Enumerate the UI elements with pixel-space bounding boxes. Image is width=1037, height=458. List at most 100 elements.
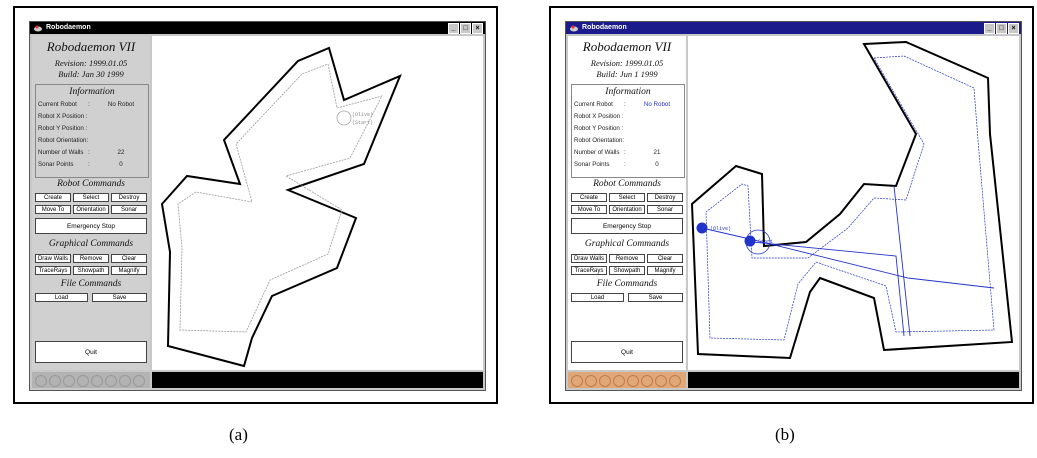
information-box: Information Current Robot: No Robot Robot… [35, 84, 149, 178]
title-bar: Robodaemon _ □ × [566, 22, 1021, 34]
save-button[interactable]: Save [628, 293, 683, 302]
label-a: (a) [229, 425, 248, 444]
draw-walls-button[interactable]: Draw Walls [35, 254, 71, 263]
map-drawing: (Olive) (Start) [160, 46, 402, 368]
map-canvas[interactable]: (Olive) Start [688, 36, 1019, 370]
maximize-button[interactable]: □ [460, 23, 471, 34]
olive-label: (Olive) [710, 226, 731, 232]
showpath-button[interactable]: Showpath [73, 266, 109, 275]
quit-button[interactable]: Quit [571, 341, 683, 363]
destroy-button[interactable]: Destroy [647, 193, 683, 202]
trace-rays-button[interactable]: TraceRays [571, 266, 607, 275]
quit-button[interactable]: Quit [35, 341, 147, 363]
sonar-button[interactable]: Sonar [111, 205, 147, 214]
app-logo-icon [34, 25, 42, 32]
load-button[interactable]: Load [35, 293, 88, 302]
label-b: (b) [775, 425, 795, 444]
info-row: Sonar Points:0 [574, 161, 659, 168]
control-panel: Robodaemon VII Revision: 1999.01.05 Buil… [32, 36, 150, 370]
olive-robot [696, 222, 708, 234]
title-bar: Robodaemon _ □ × [30, 22, 485, 34]
status-bar [152, 372, 483, 388]
figure-panel-a: Robodaemon _ □ × Robodaemon VII Revision: … [13, 6, 498, 404]
info-row: Number of Walls:22 [38, 149, 125, 156]
start-label: Start [758, 239, 773, 245]
info-row: Robot X Position : [574, 113, 624, 120]
remove-button[interactable]: Remove [73, 254, 109, 263]
graphical-commands-header: Graphical Commands [584, 239, 670, 249]
trace-rays-button[interactable]: TraceRays [35, 266, 71, 275]
decorative-strip [32, 372, 150, 388]
inner-wall [705, 55, 995, 341]
start-label: (Start) [352, 120, 373, 126]
outer-wall [690, 40, 1014, 360]
create-button[interactable]: Create [35, 193, 71, 202]
robot-path-2 [751, 241, 905, 337]
robot-path [701, 227, 995, 289]
minimize-button[interactable]: _ [448, 23, 459, 34]
select-button[interactable]: Select [609, 193, 645, 202]
app-logo-icon [570, 25, 578, 32]
create-button[interactable]: Create [571, 193, 607, 202]
figure-panel-b: Robodaemon _ □ × Robodaemon VII Revision: … [549, 6, 1034, 404]
start-robot [744, 235, 756, 247]
info-row: Robot Orientation: [38, 137, 89, 144]
file-commands-header: File Commands [60, 279, 122, 289]
minimize-button[interactable]: _ [984, 23, 995, 34]
info-row: Sonar Points:0 [38, 161, 123, 168]
information-header: Information [605, 87, 651, 97]
map-drawing: (Olive) Start [690, 40, 1014, 360]
close-button[interactable]: × [1008, 23, 1019, 34]
info-row: Robot Y Position : [574, 125, 624, 132]
load-button[interactable]: Load [571, 293, 624, 302]
olive-label: (Olive) [352, 112, 373, 118]
decorative-strip [568, 372, 686, 388]
orientation-button[interactable]: Orientation [609, 205, 645, 214]
map-canvas[interactable]: (Olive) (Start) [152, 36, 483, 370]
magnify-button[interactable]: Magnify [111, 266, 147, 275]
maximize-button[interactable]: □ [996, 23, 1007, 34]
info-row: Robot Orientation: [574, 137, 625, 144]
info-row: Robot X Position : [38, 113, 88, 120]
info-row: Current Robot: No Robot [574, 101, 671, 108]
info-row: Current Robot: No Robot [38, 101, 135, 108]
build-text: Build: Jun 1 1999 [596, 69, 658, 79]
status-bar [688, 372, 1019, 388]
file-commands-header: File Commands [596, 279, 658, 289]
app-name: Robodaemon VII [46, 39, 136, 54]
destroy-button[interactable]: Destroy [111, 193, 147, 202]
window-title: Robodaemon [46, 24, 91, 31]
select-button[interactable]: Select [73, 193, 109, 202]
outer-wall [160, 46, 402, 368]
robot-commands-header: Robot Commands [593, 179, 661, 189]
robot-commands-header: Robot Commands [57, 179, 125, 189]
move-to-button[interactable]: Move To [35, 205, 71, 214]
app-name: Robodaemon VII [582, 39, 672, 54]
information-box: Information Current Robot: No Robot Robot… [571, 84, 685, 178]
app-window: Robodaemon _ □ × Robodaemon VII Revision: … [565, 21, 1022, 391]
magnify-button[interactable]: Magnify [647, 266, 683, 275]
start-marker [336, 110, 352, 126]
info-row: Robot Y Position : [38, 125, 88, 132]
sonar-button[interactable]: Sonar [647, 205, 683, 214]
clear-button[interactable]: Clear [111, 254, 147, 263]
app-window: Robodaemon _ □ × Robodaemon VII Revision: … [29, 21, 486, 391]
move-to-button[interactable]: Move To [571, 205, 607, 214]
build-text: Build: Jan 30 1999 [58, 69, 124, 79]
clear-button[interactable]: Clear [647, 254, 683, 263]
graphical-commands-header: Graphical Commands [48, 239, 134, 249]
revision-text: Revision: 1999.01.05 [590, 58, 664, 68]
orientation-button[interactable]: Orientation [73, 205, 109, 214]
close-button[interactable]: × [472, 23, 483, 34]
revision-text: Revision: 1999.01.05 [54, 58, 128, 68]
information-header: Information [69, 87, 115, 97]
showpath-button[interactable]: Showpath [609, 266, 645, 275]
emergency-stop-button[interactable]: Emergency Stop [571, 218, 683, 234]
info-row: Number of Walls:21 [574, 149, 661, 156]
save-button[interactable]: Save [92, 293, 147, 302]
draw-walls-button[interactable]: Draw Walls [571, 254, 607, 263]
window-title: Robodaemon [582, 24, 627, 31]
control-panel: Robodaemon VII Revision: 1999.01.05 Buil… [568, 36, 686, 370]
remove-button[interactable]: Remove [609, 254, 645, 263]
emergency-stop-button[interactable]: Emergency Stop [35, 218, 147, 234]
